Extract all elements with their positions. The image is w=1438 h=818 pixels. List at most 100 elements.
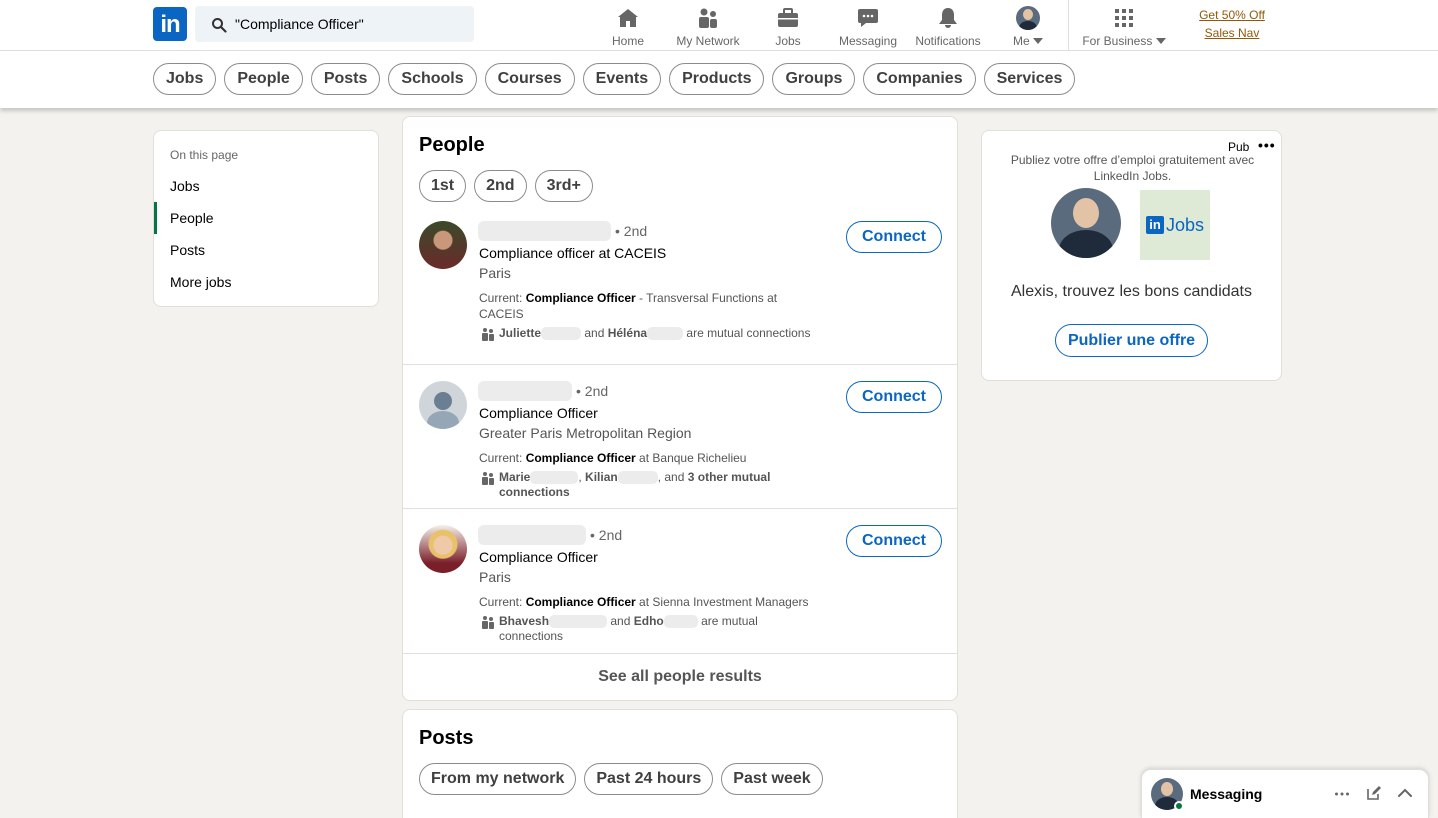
filter-courses[interactable]: Courses — [484, 63, 575, 95]
mutual-sep: and — [607, 614, 634, 628]
mutual-connections-icon — [482, 328, 494, 341]
current-prefix: Current: — [479, 595, 526, 609]
filter-products[interactable]: Products — [669, 63, 765, 95]
current-role: Compliance Officer — [525, 595, 636, 609]
messaging-icon — [858, 9, 878, 27]
ad-member-avatar — [1051, 188, 1121, 258]
ad-headline: Alexis, trouvez les bons candidats — [1010, 283, 1252, 300]
redacted-mutual — [663, 615, 698, 629]
connect-button[interactable]: Connect — [846, 525, 942, 557]
sales-nav-promo-link[interactable]: Get 50% Off Sales Nav — [1190, 6, 1274, 42]
redacted-name[interactable] — [478, 525, 586, 545]
linkedin-logo[interactable]: in — [153, 7, 187, 41]
degree-filter-3rd[interactable]: 3rd+ — [534, 170, 593, 202]
posts-filter-from-my-network[interactable]: From my network — [419, 763, 577, 795]
profile-photo[interactable] — [419, 525, 467, 573]
posts-filter-past-week[interactable]: Past week — [721, 763, 823, 795]
person-location: Paris — [479, 569, 511, 585]
mutual-end: , and — [657, 470, 688, 484]
mutual-name-b: Kilian — [585, 470, 618, 484]
posts-results-card: Posts From my network Past 24 hours Past… — [402, 709, 958, 818]
nav-divider — [1068, 0, 1069, 51]
ad-logo-word: Jobs — [1165, 214, 1205, 235]
global-nav: in Home My Network Jobs Messaging Notifi… — [0, 0, 1438, 51]
linkedin-jobs-logo: in Jobs — [1140, 190, 1210, 260]
search-icon — [212, 18, 227, 33]
search-bar[interactable] — [195, 6, 474, 42]
messaging-label: Messaging — [1190, 786, 1263, 802]
sidebar-item-jobs[interactable]: Jobs — [154, 170, 380, 202]
online-status-icon — [1174, 801, 1184, 811]
redacted-mutual — [617, 471, 658, 485]
redacted-mutual — [647, 327, 684, 341]
filter-services[interactable]: Services — [983, 63, 1076, 95]
mutual-connections[interactable]: Marie, Kilian, and 3 other mutual connec… — [499, 470, 809, 500]
nav-jobs-label: Jobs — [775, 34, 801, 48]
nav-notifications-label: Notifications — [915, 34, 981, 48]
more-options-icon[interactable]: ••• — [1258, 137, 1276, 153]
profile-photo-placeholder[interactable] — [419, 381, 467, 429]
nav-home[interactable]: Home — [608, 6, 648, 48]
posts-filter-past-24-hours[interactable]: Past 24 hours — [584, 763, 714, 795]
filter-people[interactable]: People — [224, 63, 303, 95]
compose-icon[interactable] — [1366, 785, 1382, 801]
nav-notifications[interactable]: Notifications — [912, 6, 984, 48]
more-options-icon[interactable] — [1334, 788, 1350, 800]
filter-groups[interactable]: Groups — [772, 63, 856, 95]
mutual-connections[interactable]: Juliette and Héléna are mutual connectio… — [499, 326, 819, 341]
nav-for-business[interactable]: For Business — [1078, 6, 1170, 48]
promo-line-2: Sales Nav — [1204, 26, 1260, 40]
on-this-page-card: On this page Jobs People Posts More jobs — [153, 130, 379, 307]
degree-filter-2nd[interactable]: 2nd — [474, 170, 527, 202]
filter-posts[interactable]: Posts — [310, 63, 381, 95]
network-icon — [699, 8, 717, 28]
search-input[interactable] — [235, 6, 465, 42]
sidebar-item-more-jobs[interactable]: More jobs — [154, 266, 380, 298]
nav-my-network-label: My Network — [676, 34, 740, 48]
connect-button[interactable]: Connect — [846, 381, 942, 413]
filter-events[interactable]: Events — [582, 63, 662, 95]
messaging-overlay[interactable]: Messaging — [1141, 769, 1429, 818]
mutual-name-a: Bhavesh — [499, 614, 550, 628]
divider — [403, 508, 957, 509]
mutual-name-a: Juliette — [499, 326, 542, 340]
sidebar-item-people[interactable]: People — [154, 202, 380, 234]
person-headline: Compliance Officer — [479, 405, 598, 421]
mutual-connections-icon — [482, 616, 494, 629]
nav-me[interactable]: Me — [1008, 6, 1048, 48]
promo-line-1: Get 50% Off — [1199, 8, 1265, 22]
mutual-connections[interactable]: Bhavesh and Edho are mutual connections — [499, 614, 789, 644]
nav-jobs[interactable]: Jobs — [771, 6, 805, 48]
publish-offer-button[interactable]: Publier une offre — [1055, 324, 1208, 357]
ad-card: Pub ••• Publiez votre offre d’emploi gra… — [981, 130, 1282, 381]
ad-text: Publiez votre offre d’emploi gratuitemen… — [1010, 153, 1255, 183]
nav-for-business-label: For Business — [1082, 34, 1153, 48]
connect-button[interactable]: Connect — [846, 221, 942, 253]
redacted-name[interactable] — [478, 381, 572, 401]
list-item: • 2nd Compliance officer at CACEIS Paris… — [403, 221, 957, 365]
on-this-page-heading: On this page — [170, 148, 239, 162]
mutual-connections-icon — [482, 472, 494, 485]
current-rest: at Sienna Investment Managers — [635, 595, 809, 609]
connection-degree: • 2nd — [615, 223, 648, 239]
chevron-up-icon[interactable] — [1397, 787, 1413, 799]
profile-photo[interactable] — [419, 221, 467, 269]
current-role: Compliance Officer — [525, 291, 636, 305]
search-filter-bar: Jobs People Posts Schools Courses Events… — [0, 51, 1438, 108]
people-section-title: People — [419, 134, 485, 156]
current-prefix: Current: — [479, 451, 526, 465]
see-all-people-results-button[interactable]: See all people results — [403, 654, 957, 700]
mutual-name-b: Héléna — [607, 326, 648, 340]
filter-companies[interactable]: Companies — [863, 63, 976, 95]
list-item: • 2nd Compliance Officer Greater Paris M… — [403, 381, 957, 509]
person-location: Paris — [479, 265, 511, 281]
nav-messaging[interactable]: Messaging — [836, 6, 900, 48]
redacted-name[interactable] — [478, 221, 611, 241]
sidebar-item-posts[interactable]: Posts — [154, 234, 380, 266]
degree-filter-1st[interactable]: 1st — [419, 170, 467, 202]
filter-schools[interactable]: Schools — [388, 63, 477, 95]
filter-jobs[interactable]: Jobs — [153, 63, 217, 95]
caret-down-icon — [1155, 38, 1166, 44]
mutual-sep: and — [581, 326, 608, 340]
nav-my-network[interactable]: My Network — [673, 6, 743, 48]
